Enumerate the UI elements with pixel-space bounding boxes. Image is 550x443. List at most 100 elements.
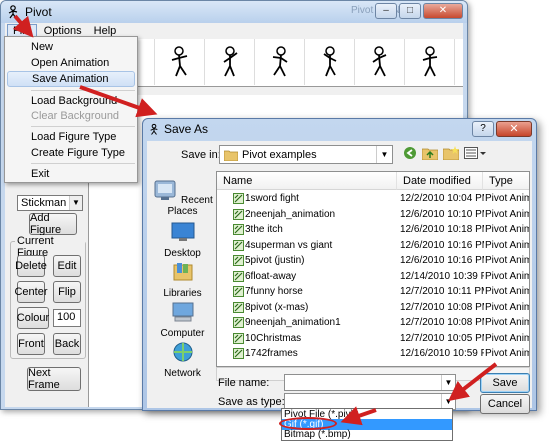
file-name: 8pivot (x-mas) bbox=[245, 301, 309, 313]
cancel-button[interactable]: Cancel bbox=[480, 394, 530, 414]
pivot-file-icon bbox=[233, 301, 244, 313]
file-type: Pivot Anim bbox=[485, 317, 530, 328]
file-type: Pivot Anim bbox=[485, 224, 530, 235]
frame-cell[interactable] bbox=[205, 39, 255, 85]
file-row[interactable]: 2neenjah_animation 12/6/2010 10:10 PM Pivo… bbox=[217, 208, 529, 221]
pivot-file-icon bbox=[233, 239, 244, 251]
file-date: 12/2/2010 10:04 PM bbox=[400, 193, 484, 204]
pivot-file-icon bbox=[233, 317, 244, 328]
figure-type-select[interactable]: Stickman ▼ bbox=[17, 195, 83, 211]
back-arrow-icon[interactable] bbox=[403, 146, 417, 160]
file-name: 1sword fight bbox=[245, 193, 299, 204]
pivot-file-icon bbox=[233, 255, 244, 266]
file-date: 12/6/2010 10:16 PM bbox=[400, 255, 484, 266]
close-icon[interactable]: ✕ bbox=[423, 3, 463, 19]
pivot-file-icon bbox=[233, 286, 244, 297]
back-button[interactable]: Back bbox=[53, 333, 81, 355]
up-folder-icon[interactable] bbox=[422, 146, 438, 160]
file-row[interactable]: 5pivot (justin) 12/6/2010 10:16 PM Pivot A… bbox=[217, 254, 529, 267]
frame-cell[interactable] bbox=[155, 39, 205, 85]
next-frame-button[interactable]: Next Frame bbox=[27, 367, 81, 391]
save-in-label: Save in: bbox=[181, 149, 221, 161]
maximize-icon[interactable]: □ bbox=[399, 3, 421, 19]
frame-cell[interactable] bbox=[405, 39, 455, 85]
menu-item-load-figure-type[interactable]: Load Figure Type bbox=[7, 129, 135, 145]
size-spinner[interactable]: 100 bbox=[53, 309, 81, 327]
file-date: 12/14/2010 10:39 PM bbox=[400, 270, 484, 282]
file-list[interactable]: Name Date modified Type 1sword fight 12/2… bbox=[216, 171, 530, 367]
place-network[interactable]: Network bbox=[151, 341, 214, 379]
add-figure-button[interactable]: Add Figure bbox=[29, 212, 77, 236]
file-row[interactable]: 1sword fight 12/2/2010 10:04 PM Pivot Anim bbox=[217, 192, 529, 205]
pivot-title-text: Pivot bbox=[25, 5, 52, 19]
pivot-file-icon bbox=[233, 348, 244, 359]
help-icon[interactable]: ? bbox=[472, 121, 494, 137]
file-date: 12/6/2010 10:18 PM bbox=[400, 224, 484, 235]
view-menu-icon[interactable] bbox=[464, 146, 486, 160]
menu-item-exit[interactable]: Exit bbox=[7, 166, 135, 182]
file-date: 12/16/2010 10:59 PM bbox=[400, 348, 484, 359]
file-row[interactable]: 1742frames 12/16/2010 10:59 PMPivot Anim bbox=[217, 347, 529, 360]
save-in-select[interactable]: Pivot examples ▼ bbox=[219, 145, 393, 164]
menu-item-load-background[interactable]: Load Background bbox=[7, 93, 135, 109]
file-type: Pivot Anim bbox=[485, 270, 530, 282]
save-in-value: Pivot examples bbox=[242, 148, 317, 161]
new-folder-icon[interactable] bbox=[443, 146, 459, 160]
frame-cell[interactable] bbox=[355, 39, 405, 85]
place-desktop[interactable]: Desktop bbox=[151, 221, 214, 259]
place-label: Desktop bbox=[164, 248, 201, 259]
chevron-down-icon[interactable]: ▼ bbox=[441, 375, 455, 390]
edit-button[interactable]: Edit bbox=[53, 255, 81, 277]
column-header-date[interactable]: Date modified bbox=[397, 172, 483, 190]
save-as-dialog: Save As ? ✕ Save in: Pivot examples ▼ Re… bbox=[142, 118, 537, 414]
menu-separator bbox=[31, 90, 135, 91]
pivot-file-icon bbox=[233, 208, 244, 220]
file-name: 4superman vs giant bbox=[245, 239, 333, 251]
flip-button[interactable]: Flip bbox=[53, 281, 81, 303]
frame-cell[interactable] bbox=[305, 39, 355, 85]
place-libraries[interactable]: Libraries bbox=[151, 261, 214, 299]
file-date: 12/6/2010 10:10 PM bbox=[400, 208, 484, 220]
type-option-bmp[interactable]: Bitmap (*.bmp) bbox=[282, 429, 452, 440]
menu-item-create-figure-type[interactable]: Create Figure Type bbox=[7, 145, 135, 161]
chevron-down-icon[interactable]: ▼ bbox=[69, 196, 82, 210]
file-date: 12/7/2010 10:08 PM bbox=[400, 317, 484, 328]
file-row[interactable]: 9neenjah_animation1 12/7/2010 10:08 PM Piv… bbox=[217, 316, 530, 329]
stickman-frame-icon bbox=[223, 46, 238, 77]
folder-icon bbox=[224, 150, 238, 161]
file-name-field[interactable]: ▼ bbox=[284, 374, 456, 391]
menu-item-save-animation[interactable]: Save Animation bbox=[7, 71, 135, 87]
chevron-down-icon[interactable]: ▼ bbox=[441, 394, 455, 409]
file-row[interactable]: 7funny horse 12/7/2010 10:11 PM Pivot Anim bbox=[217, 285, 529, 298]
save-button[interactable]: Save bbox=[480, 373, 530, 393]
file-type: Pivot Anim bbox=[485, 301, 530, 313]
computer-icon bbox=[172, 302, 193, 322]
minimize-icon[interactable]: – bbox=[375, 3, 397, 19]
front-button[interactable]: Front bbox=[17, 333, 45, 355]
file-name: 6float-away bbox=[245, 270, 297, 282]
network-icon bbox=[173, 342, 192, 362]
colour-button[interactable]: Colour bbox=[17, 307, 49, 329]
file-row[interactable]: 8pivot (x-mas) 12/7/2010 10:08 PM Pivot An… bbox=[217, 301, 530, 314]
file-name: 5pivot (justin) bbox=[245, 255, 305, 266]
frame-cell[interactable] bbox=[255, 39, 305, 85]
file-row[interactable]: 6float-away 12/14/2010 10:39 PMPivot Anim bbox=[217, 270, 530, 283]
close-icon[interactable]: ✕ bbox=[496, 121, 532, 137]
place-computer[interactable]: Computer bbox=[151, 301, 214, 339]
file-row[interactable]: 4superman vs giant 12/6/2010 10:16 PM Pivo… bbox=[217, 239, 529, 252]
column-header-name[interactable]: Name bbox=[217, 172, 397, 190]
stickman-frame-icon bbox=[272, 46, 287, 77]
menu-item-open-animation[interactable]: Open Animation bbox=[7, 55, 135, 71]
chevron-down-icon[interactable]: ▼ bbox=[376, 146, 392, 163]
file-name: 1742frames bbox=[245, 348, 298, 359]
pivot-file-icon bbox=[233, 332, 244, 344]
delete-button[interactable]: Delete bbox=[15, 255, 47, 277]
menu-item-new[interactable]: New bbox=[7, 39, 135, 55]
file-row[interactable]: 3the itch 12/6/2010 10:18 PM Pivot Anim bbox=[217, 223, 530, 236]
column-header-type[interactable]: Type bbox=[483, 172, 529, 190]
stickman-app-icon bbox=[8, 5, 18, 19]
file-row[interactable]: 10Christmas 12/7/2010 10:05 PM Pivot Anim bbox=[217, 332, 529, 345]
place-recent-places[interactable]: Recent Places bbox=[151, 179, 214, 217]
places-bar: Recent Places Desktop Libraries Computer… bbox=[151, 171, 214, 379]
center-button[interactable]: Center bbox=[14, 281, 48, 303]
